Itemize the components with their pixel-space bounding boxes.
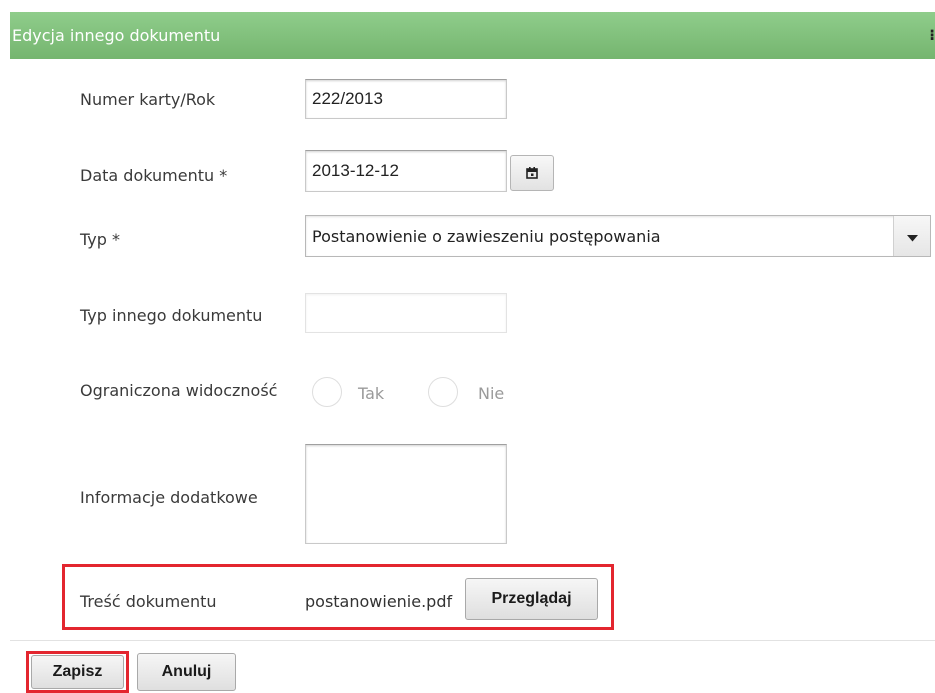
calendar-icon bbox=[526, 164, 538, 183]
document-date-input[interactable] bbox=[305, 150, 507, 192]
card-number-input[interactable] bbox=[305, 79, 507, 119]
dialog-header: Edycja innego dokumentu ⁝ bbox=[10, 12, 935, 59]
additional-info-textarea[interactable] bbox=[305, 444, 507, 544]
selected-filename: postanowienie.pdf bbox=[305, 592, 453, 611]
visibility-no-radio[interactable] bbox=[428, 377, 458, 407]
card-number-label: Numer karty/Rok bbox=[80, 90, 216, 109]
type-select-toggle[interactable] bbox=[893, 216, 930, 256]
other-type-input[interactable] bbox=[305, 293, 507, 333]
date-picker-button[interactable] bbox=[510, 155, 554, 191]
restricted-visibility-label: Ograniczona widoczność bbox=[80, 381, 278, 400]
menu-icon[interactable]: ⁝ bbox=[929, 12, 935, 59]
visibility-yes-label[interactable]: Tak bbox=[358, 384, 384, 403]
other-type-label: Typ innego dokumentu bbox=[80, 306, 263, 325]
type-selected-value: Postanowienie o zawieszeniu postępowania bbox=[312, 227, 661, 246]
type-select[interactable]: Postanowienie o zawieszeniu postępowania bbox=[305, 215, 931, 257]
additional-info-label: Informacje dodatkowe bbox=[80, 488, 258, 507]
browse-button[interactable]: Przeglądaj bbox=[465, 578, 598, 620]
save-button[interactable]: Zapisz bbox=[31, 655, 124, 689]
visibility-yes-radio[interactable] bbox=[312, 377, 342, 407]
caret-down-icon bbox=[906, 227, 918, 246]
visibility-no-label[interactable]: Nie bbox=[478, 384, 504, 403]
footer-divider bbox=[10, 640, 935, 641]
dialog-title: Edycja innego dokumentu bbox=[12, 26, 221, 45]
document-content-label: Treść dokumentu bbox=[80, 592, 217, 611]
type-label: Typ * bbox=[80, 230, 120, 249]
cancel-button[interactable]: Anuluj bbox=[137, 653, 236, 691]
document-date-label: Data dokumentu * bbox=[80, 166, 228, 185]
